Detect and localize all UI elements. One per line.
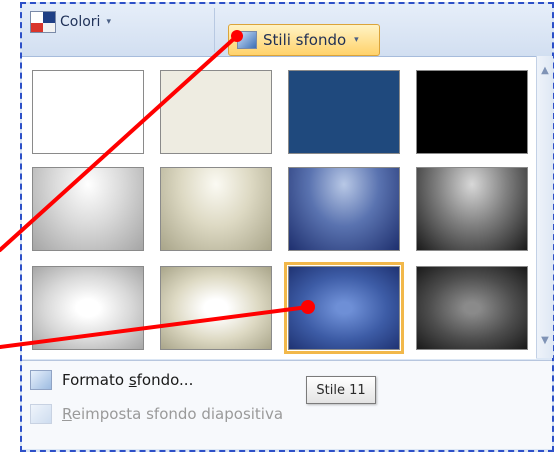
background-styles-icon — [237, 31, 257, 49]
style-thumbnail[interactable] — [160, 70, 272, 154]
gallery-scrollbar[interactable]: ▲ ▼ — [536, 56, 553, 358]
style-thumbnail[interactable] — [288, 167, 400, 251]
label-part: Formato — [62, 371, 129, 389]
style-thumbnail[interactable] — [160, 167, 272, 251]
gallery-menu: Formato sfondo... Reimposta sfondo diapo… — [22, 360, 552, 449]
access-key: s — [128, 371, 137, 389]
style-thumbnail[interactable] — [416, 70, 528, 154]
scroll-down-icon[interactable]: ▼ — [540, 336, 550, 346]
background-styles-gallery — [22, 56, 536, 359]
style-thumbnail[interactable] — [32, 167, 144, 251]
chevron-down-icon: ▾ — [354, 35, 359, 45]
reset-background-icon — [30, 404, 52, 424]
stili-sfondo-label: Stili sfondo — [263, 31, 347, 49]
label-part: eimposta sfondo diapositiva — [71, 405, 284, 423]
style-thumbnail[interactable] — [416, 167, 528, 251]
format-background-icon — [30, 370, 52, 390]
colori-button[interactable]: Colori ▾ — [30, 10, 111, 34]
style-tooltip: Stile 11 — [306, 376, 376, 404]
style-thumbnail[interactable] — [288, 70, 400, 154]
color-palette-icon — [30, 11, 56, 33]
access-key: R — [62, 405, 72, 423]
style-thumbnail[interactable] — [416, 266, 528, 350]
label-part: fondo... — [136, 371, 194, 389]
style-thumbnail[interactable] — [32, 70, 144, 154]
colori-label: Colori — [60, 14, 101, 30]
style-thumbnail[interactable] — [32, 266, 144, 350]
chevron-down-icon: ▾ — [106, 17, 111, 27]
menu-item-label: Reimposta sfondo diapositiva — [62, 405, 283, 423]
style-thumbnail-selected[interactable] — [284, 262, 404, 354]
scroll-up-icon[interactable]: ▲ — [540, 66, 550, 76]
ribbon-separator — [214, 8, 215, 52]
menu-item-label: Formato sfondo... — [62, 371, 193, 389]
style-thumbnail[interactable] — [160, 266, 272, 350]
formato-sfondo-item[interactable]: Formato sfondo... — [22, 365, 193, 395]
reimposta-sfondo-item[interactable]: Reimposta sfondo diapositiva — [22, 399, 283, 429]
stili-sfondo-button[interactable]: Stili sfondo ▾ — [228, 24, 380, 56]
